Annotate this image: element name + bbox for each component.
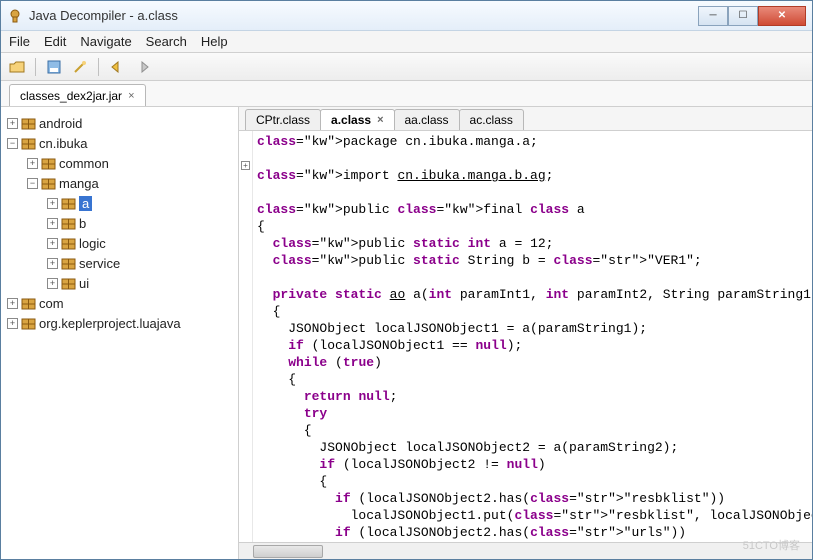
package-icon: [21, 296, 36, 311]
tree-node-manga[interactable]: −manga: [5, 173, 234, 193]
expand-icon[interactable]: +: [7, 318, 18, 329]
wand-icon[interactable]: [70, 57, 90, 77]
expand-icon[interactable]: +: [47, 218, 58, 229]
fold-gutter: +: [239, 131, 253, 542]
fold-icon[interactable]: +: [241, 161, 250, 170]
package-icon: [41, 176, 56, 191]
close-icon[interactable]: ×: [128, 90, 134, 102]
tree-node-common[interactable]: +common: [5, 153, 234, 173]
collapse-icon[interactable]: −: [27, 178, 38, 189]
file-tab-bar: classes_dex2jar.jar ×: [1, 81, 812, 107]
save-icon[interactable]: [44, 57, 64, 77]
source-code[interactable]: class="kw">package cn.ibuka.manga.a; cla…: [253, 131, 812, 542]
menu-navigate[interactable]: Navigate: [80, 34, 131, 49]
package-icon: [61, 216, 76, 231]
code-area: + class="kw">package cn.ibuka.manga.a; c…: [239, 131, 812, 542]
collapse-icon[interactable]: −: [7, 138, 18, 149]
package-icon: [61, 196, 76, 211]
close-icon[interactable]: ×: [377, 114, 383, 126]
editor-panel: CPtr.class a.class× aa.class ac.class + …: [239, 107, 812, 559]
tab-ac[interactable]: ac.class: [459, 109, 524, 130]
tab-a[interactable]: a.class×: [320, 109, 394, 130]
tree-node-ui[interactable]: +ui: [5, 273, 234, 293]
toolbar: [1, 53, 812, 81]
scrollbar-thumb[interactable]: [253, 545, 323, 558]
package-icon: [61, 276, 76, 291]
horizontal-scrollbar[interactable]: [239, 542, 812, 559]
tree-node-a[interactable]: +a: [5, 193, 234, 213]
open-file-icon[interactable]: [7, 57, 27, 77]
nav-back-icon[interactable]: [107, 57, 127, 77]
package-icon: [21, 316, 36, 331]
menu-file[interactable]: File: [9, 34, 30, 49]
expand-icon[interactable]: +: [47, 278, 58, 289]
expand-icon[interactable]: +: [7, 298, 18, 309]
window-title: Java Decompiler - a.class: [29, 8, 698, 23]
menu-edit[interactable]: Edit: [44, 34, 66, 49]
app-icon: [7, 8, 23, 24]
package-icon: [61, 256, 76, 271]
package-tree[interactable]: +android −cn.ibuka +common −manga +a +b …: [1, 107, 239, 559]
toolbar-separator: [35, 58, 36, 76]
watermark: 51CTO博客: [743, 537, 800, 553]
tree-node-b[interactable]: +b: [5, 213, 234, 233]
package-icon: [21, 116, 36, 131]
nav-forward-icon[interactable]: [133, 57, 153, 77]
package-icon: [21, 136, 36, 151]
menu-search[interactable]: Search: [146, 34, 187, 49]
menu-bar: File Edit Navigate Search Help: [1, 31, 812, 53]
minimize-button[interactable]: ─: [698, 6, 728, 26]
expand-icon[interactable]: +: [7, 118, 18, 129]
tree-node-kepler[interactable]: +org.keplerproject.luajava: [5, 313, 234, 333]
tree-node-android[interactable]: +android: [5, 113, 234, 133]
tab-aa[interactable]: aa.class: [394, 109, 460, 130]
window-controls: ─ ☐ ✕: [698, 6, 806, 26]
toolbar-separator: [98, 58, 99, 76]
menu-help[interactable]: Help: [201, 34, 228, 49]
maximize-button[interactable]: ☐: [728, 6, 758, 26]
close-button[interactable]: ✕: [758, 6, 806, 26]
tree-node-cn-ibuka[interactable]: −cn.ibuka: [5, 133, 234, 153]
expand-icon[interactable]: +: [27, 158, 38, 169]
expand-icon[interactable]: +: [47, 258, 58, 269]
expand-icon[interactable]: +: [47, 238, 58, 249]
class-tab-bar: CPtr.class a.class× aa.class ac.class: [239, 107, 812, 131]
tab-cptr[interactable]: CPtr.class: [245, 109, 321, 130]
file-tab[interactable]: classes_dex2jar.jar ×: [9, 84, 146, 106]
app-window: Java Decompiler - a.class ─ ☐ ✕ File Edi…: [0, 0, 813, 560]
package-icon: [41, 156, 56, 171]
expand-icon[interactable]: +: [47, 198, 58, 209]
tree-node-com[interactable]: +com: [5, 293, 234, 313]
tree-node-logic[interactable]: +logic: [5, 233, 234, 253]
tree-node-service[interactable]: +service: [5, 253, 234, 273]
file-tab-label: classes_dex2jar.jar: [20, 89, 122, 103]
titlebar: Java Decompiler - a.class ─ ☐ ✕: [1, 1, 812, 31]
package-icon: [61, 236, 76, 251]
body-area: +android −cn.ibuka +common −manga +a +b …: [1, 107, 812, 559]
